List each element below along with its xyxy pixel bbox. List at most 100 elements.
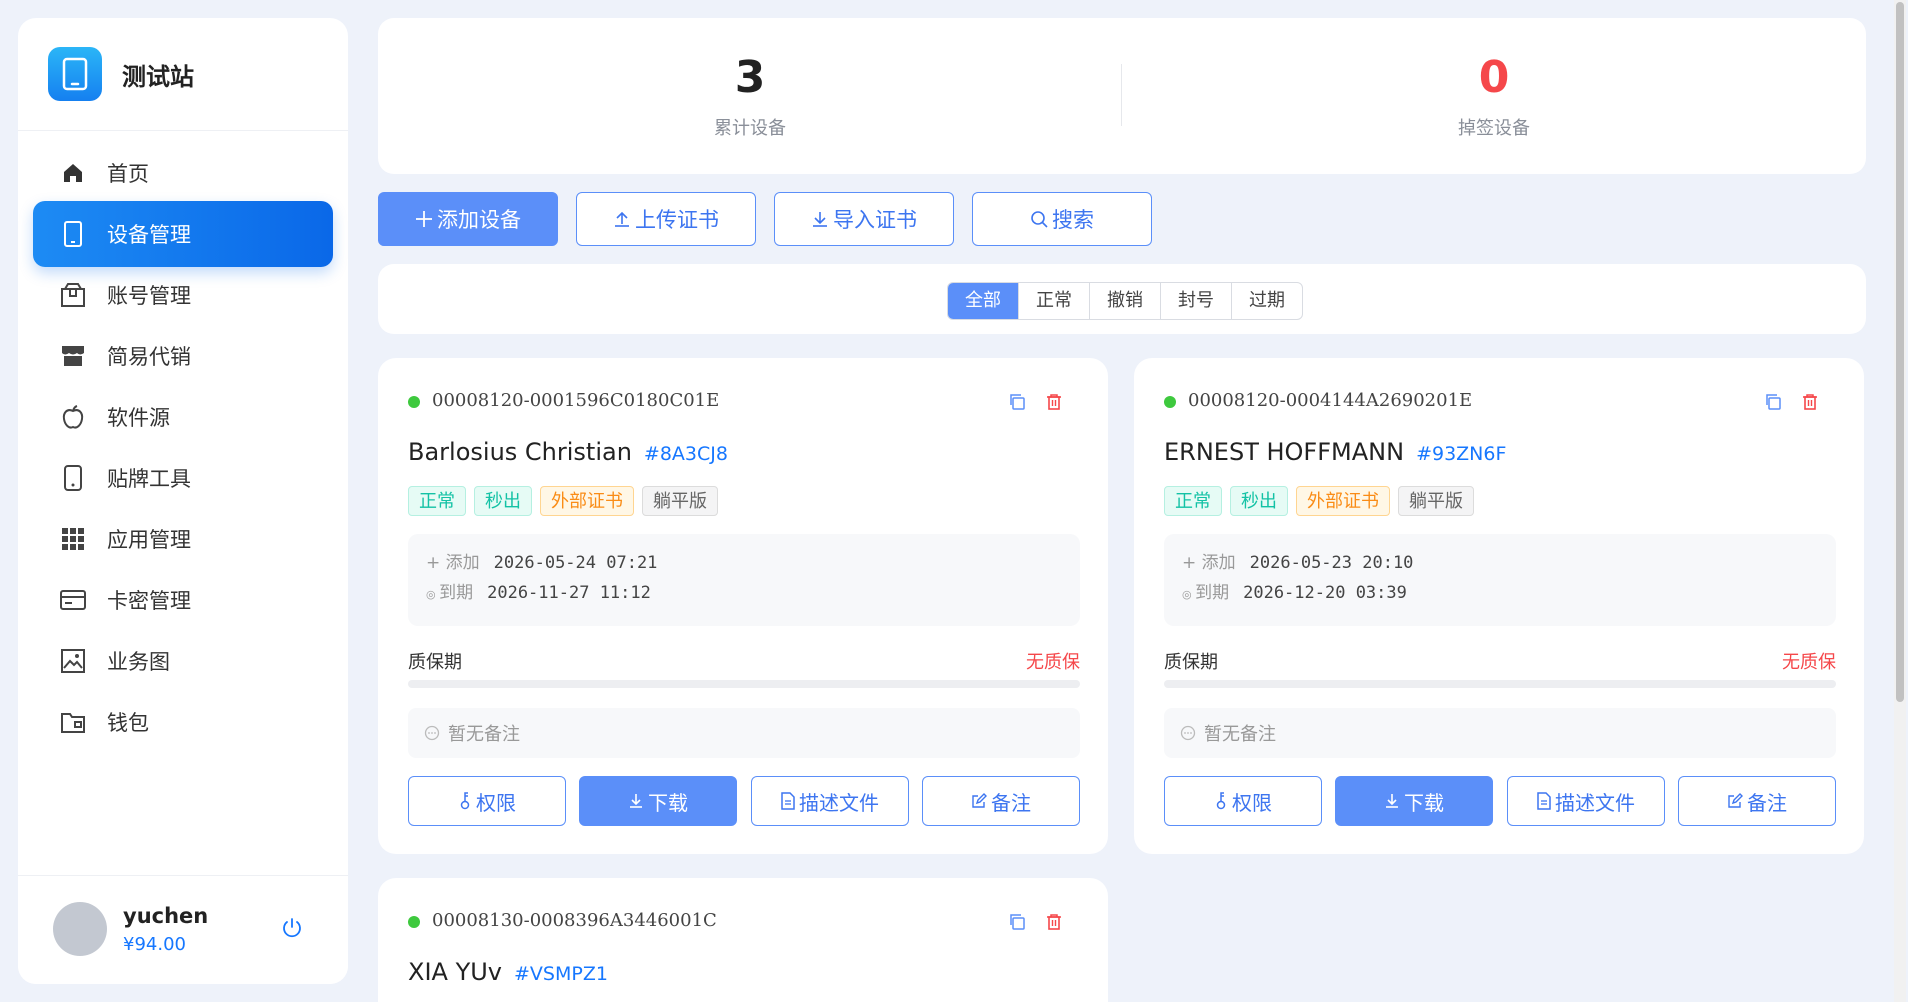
add-device-button[interactable]: 添加设备 (378, 192, 558, 246)
store-icon (59, 342, 87, 370)
permission-button[interactable]: 权限 (1164, 776, 1322, 826)
search-label: 搜索 (1052, 208, 1094, 232)
tag-cert: 外部证书 (540, 486, 634, 516)
upload-icon (613, 210, 631, 228)
sidebar-item-label: 卡密管理 (107, 589, 191, 613)
download-icon (1384, 793, 1400, 809)
added-date: 2026-05-24 07:21 (493, 553, 658, 573)
download-button[interactable]: 下载 (1335, 776, 1493, 826)
download-icon (811, 210, 829, 228)
edit-icon (971, 793, 987, 809)
copy-icon[interactable] (1008, 393, 1026, 411)
sidebar-item-devices[interactable]: 设备管理 (33, 201, 333, 267)
added-label: 添加 (1201, 553, 1236, 573)
stat-dropped-label: 掉签设备 (1458, 118, 1530, 139)
device-code: #8A3CJ8 (643, 443, 728, 465)
avatar[interactable] (53, 902, 107, 956)
warranty-status: 无质保 (1782, 652, 1836, 673)
file-icon (781, 792, 795, 810)
expires-date: 2026-12-20 03:39 (1243, 583, 1407, 603)
device-name-text: Barlosius Christian (408, 438, 632, 466)
stat-dropped-value: 0 (1478, 52, 1510, 103)
sidebar-item-label: 首页 (107, 162, 149, 186)
card-actions: 权限 下载 描述文件 备注 (1164, 776, 1836, 826)
add-device-label: 添加设备 (437, 208, 521, 232)
tablet-icon (59, 220, 87, 248)
warranty-section: 质保期 无质保 (408, 648, 1080, 688)
device-code: #93ZN6F (1416, 443, 1507, 465)
date-panel: + 添加 2026-05-23 20:10 ◎ 到期 2026-12-20 03:3… (1164, 534, 1836, 626)
added-label: 添加 (445, 553, 480, 573)
filter-all[interactable]: 全部 (948, 283, 1018, 319)
sidebar-item-wallet[interactable]: 钱包 (33, 689, 333, 755)
grid-icon (59, 525, 87, 553)
note-text: 暂无备注 (1204, 724, 1276, 745)
expires-label: 到期 (439, 583, 474, 603)
apple-icon (59, 403, 87, 431)
remark-button[interactable]: 备注 (922, 776, 1080, 826)
sidebar-item-branding[interactable]: 贴牌工具 (33, 445, 333, 511)
trash-icon[interactable] (1045, 393, 1063, 411)
filter-expired[interactable]: 过期 (1231, 283, 1302, 319)
filter-normal[interactable]: 正常 (1018, 283, 1089, 319)
sidebar-item-label: 设备管理 (107, 223, 191, 247)
trash-icon[interactable] (1801, 393, 1819, 411)
download-button[interactable]: 下载 (579, 776, 737, 826)
tag-cert: 外部证书 (1296, 486, 1390, 516)
stat-total: 3 累计设备 (378, 18, 1122, 174)
filter-revoked[interactable]: 撤销 (1089, 283, 1160, 319)
device-name: Barlosius Christian #8A3CJ8 (408, 438, 728, 466)
download-label: 下载 (1404, 790, 1444, 815)
sidebar-item-images[interactable]: 业务图 (33, 628, 333, 694)
file-icon (1537, 792, 1551, 810)
note-box: 暂无备注 (408, 708, 1080, 758)
stats-panel: 3 累计设备 0 掉签设备 (378, 18, 1866, 174)
expires-row: ◎ 到期 2026-12-20 03:39 (1182, 578, 1407, 603)
download-label: 下载 (648, 790, 688, 815)
scrollbar-thumb[interactable] (1896, 2, 1904, 702)
key-icon (458, 792, 472, 810)
device-udid: 00008130-0008396A3446001C (432, 910, 717, 931)
import-cert-label: 导入证书 (833, 208, 917, 232)
download-icon (628, 793, 644, 809)
copy-icon[interactable] (1764, 393, 1782, 411)
card-actions: 权限 下载 描述文件 备注 (408, 776, 1080, 826)
profile-button[interactable]: 描述文件 (1507, 776, 1665, 826)
tag-speed: 秒出 (474, 486, 532, 516)
sidebar-item-cards[interactable]: 卡密管理 (33, 567, 333, 633)
remark-button[interactable]: 备注 (1678, 776, 1836, 826)
brand-name: 测试站 (122, 62, 194, 91)
filter-bar: 全部 正常 撤销 封号 过期 (378, 264, 1866, 334)
permission-label: 权限 (476, 790, 516, 815)
status-filter: 全部 正常 撤销 封号 过期 (947, 282, 1303, 320)
filter-banned[interactable]: 封号 (1160, 283, 1231, 319)
permission-button[interactable]: 权限 (408, 776, 566, 826)
import-cert-button[interactable]: 导入证书 (774, 192, 954, 246)
sidebar-item-label: 钱包 (107, 711, 149, 735)
profile-button[interactable]: 描述文件 (751, 776, 909, 826)
sidebar-item-label: 简易代销 (107, 345, 191, 369)
sidebar-nav: 首页 设备管理 账号管理 简易代销 软件源 贴牌工具 应用管理 卡密管理 业务图… (18, 130, 348, 870)
sidebar-item-label: 贴牌工具 (107, 467, 191, 491)
tag-list: 正常 秒出 外部证书 躺平版 (408, 486, 726, 516)
copy-icon[interactable] (1008, 913, 1026, 931)
sidebar-item-apps[interactable]: 应用管理 (33, 506, 333, 572)
remark-label: 备注 (1747, 790, 1787, 815)
sidebar: 测试站 首页 设备管理 账号管理 简易代销 软件源 贴牌工具 应用管理 卡密管理… (18, 18, 348, 984)
home-icon (59, 159, 87, 187)
trash-icon[interactable] (1045, 913, 1063, 931)
note-box: 暂无备注 (1164, 708, 1836, 758)
wallet-icon (59, 708, 87, 736)
upload-cert-button[interactable]: 上传证书 (576, 192, 756, 246)
added-row: + 添加 2026-05-23 20:10 (1182, 548, 1413, 573)
sidebar-item-accounts[interactable]: 账号管理 (33, 262, 333, 328)
power-icon[interactable] (280, 916, 304, 940)
device-name-text: XIA YUv (408, 958, 502, 986)
sidebar-item-home[interactable]: 首页 (33, 140, 333, 206)
sidebar-item-consign[interactable]: 简易代销 (33, 323, 333, 389)
phone-icon (59, 464, 87, 492)
expires-label: 到期 (1195, 583, 1230, 603)
sidebar-item-sources[interactable]: 软件源 (33, 384, 333, 450)
search-button[interactable]: 搜索 (972, 192, 1152, 246)
device-name-text: ERNEST HOFFMANN (1164, 438, 1405, 466)
